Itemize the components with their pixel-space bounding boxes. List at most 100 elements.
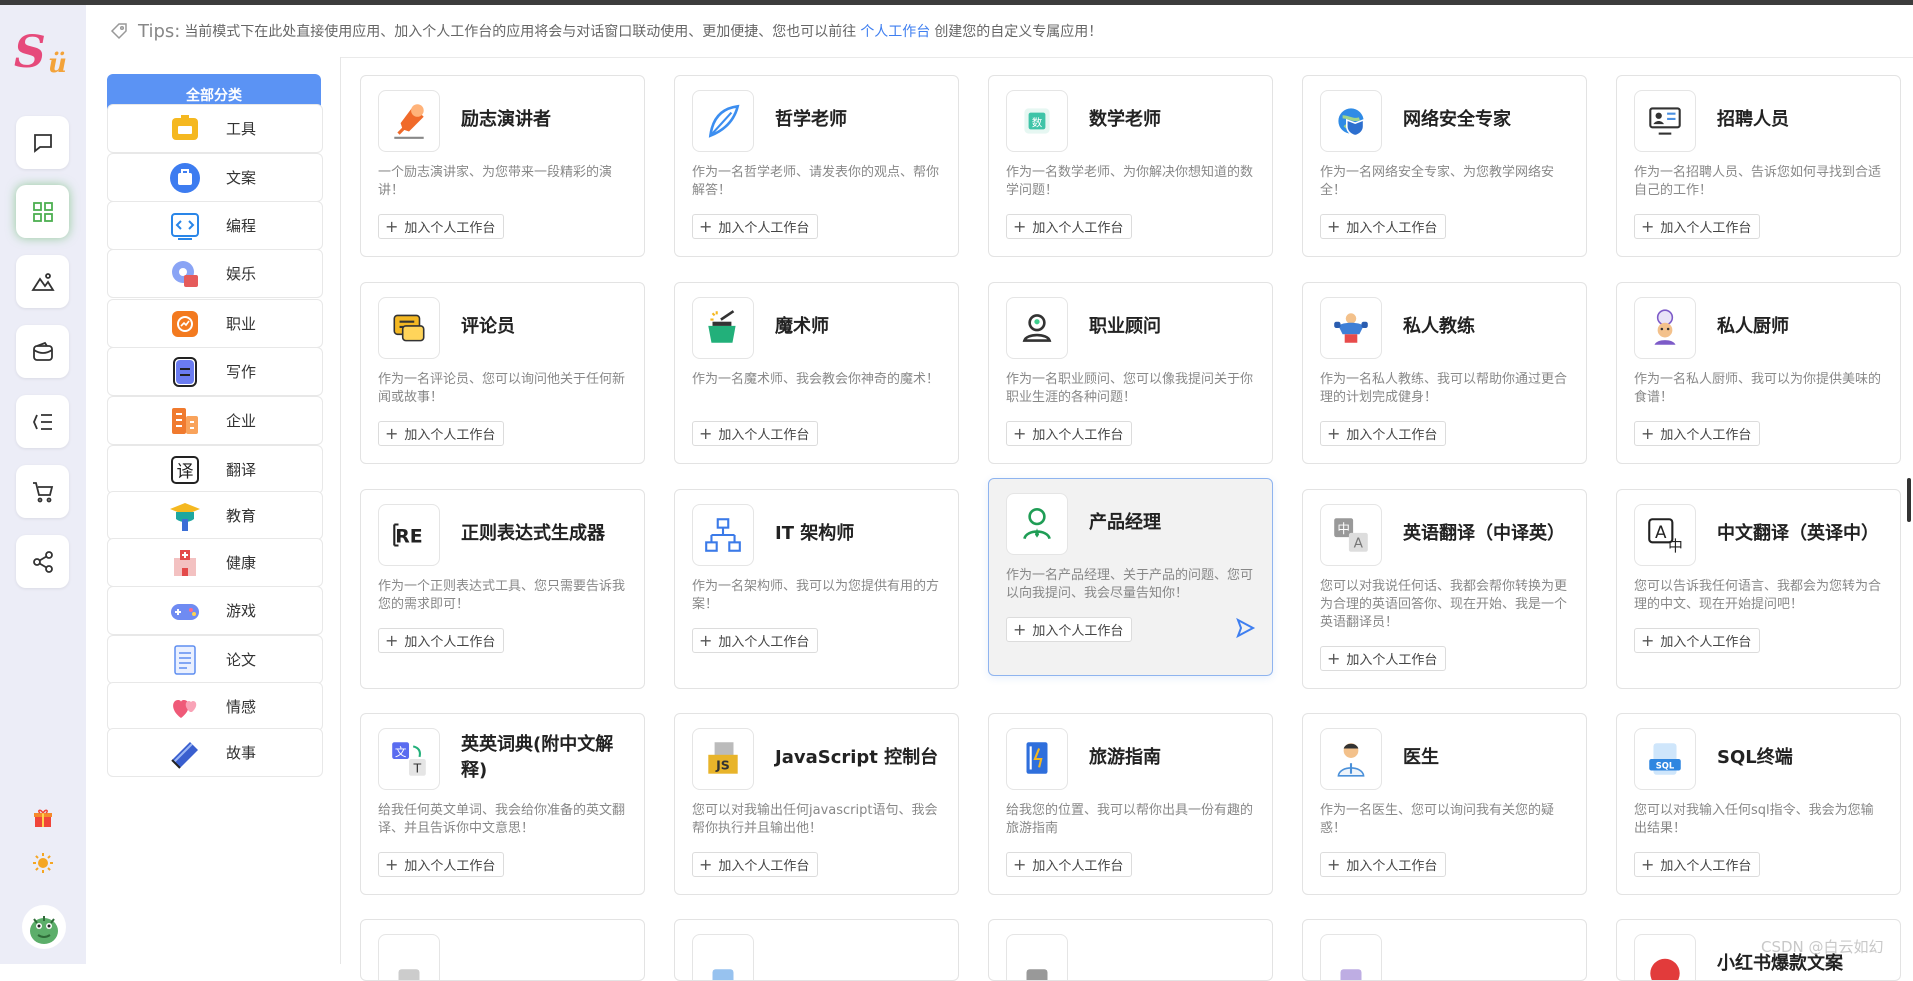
add-label: 加入个人工作台: [1346, 653, 1438, 668]
send-icon[interactable]: [1234, 617, 1256, 639]
add-to-workspace-button[interactable]: + 加入个人工作台: [1006, 852, 1133, 877]
app-card[interactable]: [674, 919, 959, 981]
add-to-workspace-button[interactable]: + 加入个人工作台: [1006, 617, 1133, 642]
app-card[interactable]: SQL SQL终端 您可以对我输入任何sql指令、我会为您输出结果！ + 加入个人工…: [1616, 713, 1901, 895]
category-item[interactable]: 职业: [107, 299, 323, 348]
svg-text:文: 文: [395, 745, 407, 759]
feather-icon: [708, 104, 740, 138]
add-to-workspace-button[interactable]: + 加入个人工作台: [692, 628, 819, 653]
add-to-workspace-button[interactable]: + 加入个人工作台: [378, 628, 505, 653]
category-label: 文案: [226, 169, 257, 187]
app-card[interactable]: 招聘人员 作为一名招聘人员、告诉您如何寻找到合适自己的工作！ + 加入个人工作台: [1616, 75, 1901, 257]
category-item[interactable]: 情感: [107, 682, 323, 731]
tips-text: 当前模式下在此处直接使用应用、加入个人工作台的应用将会与对话窗口联动使用、更加便…: [184, 24, 857, 40]
add-to-workspace-button[interactable]: + 加入个人工作台: [378, 421, 505, 446]
rail-share-button[interactable]: [16, 535, 69, 588]
card-title: SQL终端: [1717, 747, 1793, 768]
gift-button[interactable]: [30, 805, 56, 831]
add-to-workspace-button[interactable]: + 加入个人工作台: [1320, 852, 1447, 877]
app-card[interactable]: 网络安全专家 作为一名网络安全专家、为您教学网络安全！ + 加入个人工作台: [1302, 75, 1587, 257]
rail-chat-button[interactable]: [16, 116, 69, 169]
add-to-workspace-button[interactable]: + 加入个人工作台: [1006, 421, 1133, 446]
scrollbar-thumb[interactable]: [1907, 478, 1911, 522]
category-item[interactable]: 文案: [107, 153, 323, 202]
app-card[interactable]: 医生 作为一名医生、您可以询问我有关您的疑惑！ + 加入个人工作台: [1302, 713, 1587, 895]
card-icon-wrap: 中A: [1320, 504, 1382, 566]
category-item[interactable]: 论文: [107, 635, 323, 684]
app-card[interactable]: 旅游指南 给我您的位置、我可以帮你出具一份有趣的旅游指南 + 加入个人工作台: [988, 713, 1273, 895]
app-card[interactable]: [1302, 919, 1587, 981]
category-label: 职业: [226, 315, 257, 333]
user-avatar[interactable]: [22, 905, 66, 949]
plus-icon: +: [699, 630, 713, 650]
card-icon-wrap: RE: [378, 504, 440, 566]
app-card[interactable]: RE 正则表达式生成器 作为一个正则表达式工具、您只需要告诉我您的需求即可！ + 加…: [360, 489, 645, 689]
app-card[interactable]: A中 中文翻译（英译中） 您可以告诉我任何语言、我都会为您转为合理的中文、现在开始…: [1616, 489, 1901, 689]
category-item[interactable]: 编程: [107, 201, 323, 250]
app-card[interactable]: 励志演讲者 一个励志演讲家、为您带来一段精彩的演讲！ + 加入个人工作台: [360, 75, 645, 257]
theme-toggle-button[interactable]: [30, 850, 56, 876]
add-to-workspace-button[interactable]: + 加入个人工作台: [378, 852, 505, 877]
category-item[interactable]: 教育: [107, 491, 323, 540]
add-to-workspace-button[interactable]: + 加入个人工作台: [1320, 214, 1447, 239]
app-logo[interactable]: S ü: [14, 27, 70, 79]
category-item[interactable]: 企业: [107, 396, 323, 445]
add-label: 加入个人工作台: [1660, 221, 1752, 236]
comment-icon: [393, 314, 425, 342]
tips-label: Tips:: [138, 20, 181, 42]
add-to-workspace-button[interactable]: + 加入个人工作台: [378, 214, 505, 239]
plus-icon: +: [699, 854, 713, 874]
category-item[interactable]: 娱乐: [107, 249, 323, 298]
app-card[interactable]: 评论员 作为一名评论员、您可以询问他关于任何新闻或故事！ + 加入个人工作台: [360, 282, 645, 464]
workspace-link[interactable]: 个人工作台: [860, 21, 930, 41]
svg-text:A: A: [1354, 536, 1364, 552]
add-to-workspace-button[interactable]: + 加入个人工作台: [1634, 214, 1761, 239]
rail-wallet-button[interactable]: [16, 325, 69, 378]
add-to-workspace-button[interactable]: + 加入个人工作台: [692, 852, 819, 877]
card-icon-wrap: [1320, 90, 1382, 152]
app-card[interactable]: 数 数学老师 作为一名数学老师、为你解决你想知道的数学问题！ + 加入个人工作台: [988, 75, 1273, 257]
category-item[interactable]: 故事: [107, 728, 323, 777]
cart-icon: [32, 481, 53, 502]
card-description: 作为一名魔术师、我会教会你神奇的魔术！: [692, 372, 940, 387]
category-item[interactable]: 译 翻译: [107, 445, 323, 494]
app-card[interactable]: [988, 919, 1273, 981]
add-to-workspace-button[interactable]: + 加入个人工作台: [692, 214, 819, 239]
category-item[interactable]: 健康: [107, 538, 323, 587]
app-card[interactable]: 产品经理 作为一名产品经理、关于产品的问题、您可以向我提问、我会尽量告知你！ + 加…: [988, 478, 1273, 676]
add-to-workspace-button[interactable]: + 加入个人工作台: [1320, 421, 1447, 446]
sun-icon: [33, 853, 53, 873]
add-to-workspace-button[interactable]: + 加入个人工作台: [1634, 421, 1761, 446]
translate-en-zh-icon: A中: [1648, 518, 1683, 555]
card-description: 作为一名职业顾问、您可以像我提问关于你职业生涯的各种问题！: [1006, 372, 1254, 405]
add-to-workspace-button[interactable]: + 加入个人工作台: [692, 421, 819, 446]
app-card[interactable]: 私人教练 作为一名私人教练、我可以帮助你通过更合理的计划完成健身！ + 加入个人工作…: [1302, 282, 1587, 464]
app-card[interactable]: 职业顾问 作为一名职业顾问、您可以像我提问关于你职业生涯的各种问题！ + 加入个人工…: [988, 282, 1273, 464]
rail-image-button[interactable]: [16, 255, 69, 308]
category-item[interactable]: 工具: [107, 104, 323, 153]
add-to-workspace-button[interactable]: + 加入个人工作台: [1006, 214, 1133, 239]
sql-icon: SQL: [1649, 743, 1681, 775]
rail-cart-button[interactable]: [16, 465, 69, 518]
add-to-workspace-button[interactable]: + 加入个人工作台: [1320, 646, 1447, 671]
app-card[interactable]: 文T 英英词典(附中文解释) 给我任何英文单词、我会给你准备的英文翻译、并且告诉你…: [360, 713, 645, 895]
tips-text-end: 创建您的自定义专属应用！: [934, 24, 1103, 40]
plus-icon: +: [1327, 216, 1341, 236]
app-card[interactable]: JS JavaScript 控制台 您可以对我输出任何javascript语句、我…: [674, 713, 959, 895]
plus-icon: +: [1013, 216, 1027, 236]
add-to-workspace-button[interactable]: + 加入个人工作台: [1634, 628, 1761, 653]
placeholder-icon: [398, 969, 420, 980]
add-label: 加入个人工作台: [1660, 859, 1752, 874]
rail-apps-button[interactable]: [16, 185, 69, 238]
app-card[interactable]: [360, 919, 645, 981]
app-card[interactable]: IT 架构师 作为一名架构师、我可以为您提供有用的方案！ + 加入个人工作台: [674, 489, 959, 689]
category-item[interactable]: 游戏: [107, 586, 323, 635]
rail-list-button[interactable]: [16, 395, 69, 448]
app-card[interactable]: 私人厨师 作为一名私人厨师、我可以为你提供美味的食谱！ + 加入个人工作台: [1616, 282, 1901, 464]
app-card[interactable]: 哲学老师 作为一名哲学老师、请发表你的观点、帮你解答！ + 加入个人工作台: [674, 75, 959, 257]
add-to-workspace-button[interactable]: + 加入个人工作台: [1634, 852, 1761, 877]
card-title: 英语翻译（中译英）: [1403, 523, 1565, 544]
app-card[interactable]: 中A 英语翻译（中译英） 您可以对我说任何话、我都会帮你转换为更为合理的英语回答你…: [1302, 489, 1587, 689]
category-item[interactable]: 写作: [107, 347, 323, 396]
app-card[interactable]: 魔术师 作为一名魔术师、我会教会你神奇的魔术！ + 加入个人工作台: [674, 282, 959, 464]
